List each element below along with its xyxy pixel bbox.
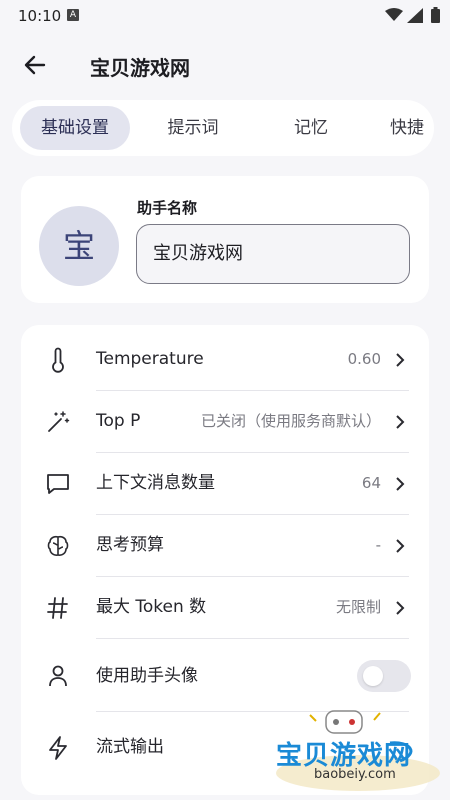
user-icon bbox=[49, 665, 67, 687]
chevron-right-icon bbox=[396, 415, 405, 429]
status-time: 10:10 bbox=[18, 7, 62, 25]
setting-row-context-messages[interactable]: 上下文消息数量 64 bbox=[21, 453, 429, 514]
setting-value: 无限制 bbox=[335, 598, 381, 616]
divider bbox=[96, 638, 409, 639]
chevron-right-icon bbox=[396, 539, 405, 553]
brain-icon bbox=[47, 535, 69, 556]
setting-value: - bbox=[375, 536, 381, 554]
status-bar: 10:10 A bbox=[0, 0, 450, 32]
setting-value: 64 bbox=[361, 474, 381, 492]
assistant-name-label: 助手名称 bbox=[137, 199, 198, 217]
avatar[interactable]: 宝 bbox=[39, 206, 119, 286]
assistant-card: 宝 助手名称 宝贝游戏网 bbox=[21, 176, 429, 303]
tab-label: 快捷 bbox=[390, 118, 424, 138]
setting-label: 上下文消息数量 bbox=[96, 473, 215, 493]
tab-label: 记忆 bbox=[294, 118, 328, 138]
setting-label: 流式输出 bbox=[96, 737, 164, 757]
watermark-url: baobeiy.com bbox=[314, 767, 396, 782]
tab-shortcuts[interactable]: 快捷 bbox=[390, 106, 434, 150]
setting-row-temperature[interactable]: Temperature 0.60 bbox=[21, 329, 429, 390]
setting-value: 已关闭（使用服务商默认） bbox=[200, 412, 381, 430]
toggle-knob bbox=[363, 666, 383, 686]
chevron-right-icon bbox=[396, 353, 405, 367]
tab-label: 提示词 bbox=[167, 118, 219, 138]
wifi-icon bbox=[385, 8, 403, 21]
setting-label: Top P bbox=[96, 411, 141, 431]
page-title: 宝贝游戏网 bbox=[90, 56, 190, 80]
notification-icon: A bbox=[67, 9, 79, 21]
assistant-name-input[interactable]: 宝贝游戏网 bbox=[136, 224, 410, 284]
message-square-icon bbox=[47, 474, 69, 494]
setting-row-thinking-budget[interactable]: 思考预算 - bbox=[21, 515, 429, 576]
app-bar: 宝贝游戏网 bbox=[0, 36, 450, 96]
use-avatar-toggle[interactable] bbox=[357, 660, 411, 692]
chevron-right-icon bbox=[396, 477, 405, 491]
watermark-logo: 宝贝游戏网 baobeiy.com bbox=[270, 703, 450, 793]
setting-label: Temperature bbox=[96, 349, 204, 369]
chevron-right-icon bbox=[396, 601, 405, 615]
setting-label: 最大 Token 数 bbox=[96, 597, 207, 617]
setting-row-top-p[interactable]: Top P 已关闭（使用服务商默认） bbox=[21, 391, 429, 452]
setting-label: 使用助手头像 bbox=[96, 666, 198, 686]
arrow-left-icon[interactable] bbox=[20, 50, 50, 80]
magic-wand-icon bbox=[48, 411, 70, 432]
battery-icon bbox=[431, 7, 440, 23]
lightning-icon bbox=[49, 736, 67, 760]
tab-memory[interactable]: 记忆 bbox=[256, 106, 366, 150]
signal-icon bbox=[407, 8, 423, 23]
tab-prompt[interactable]: 提示词 bbox=[138, 106, 248, 150]
setting-label: 思考预算 bbox=[96, 535, 164, 555]
setting-value: 0.60 bbox=[347, 350, 381, 368]
setting-row-use-avatar[interactable]: 使用助手头像 bbox=[21, 643, 429, 709]
setting-row-max-tokens[interactable]: 最大 Token 数 无限制 bbox=[21, 577, 429, 638]
hash-icon bbox=[47, 597, 68, 619]
tab-bar: 基础设置 提示词 记忆 快捷 bbox=[12, 100, 434, 156]
tab-label: 基础设置 bbox=[41, 118, 109, 138]
thermometer-icon bbox=[52, 347, 64, 373]
tab-basic-settings[interactable]: 基础设置 bbox=[20, 106, 130, 150]
